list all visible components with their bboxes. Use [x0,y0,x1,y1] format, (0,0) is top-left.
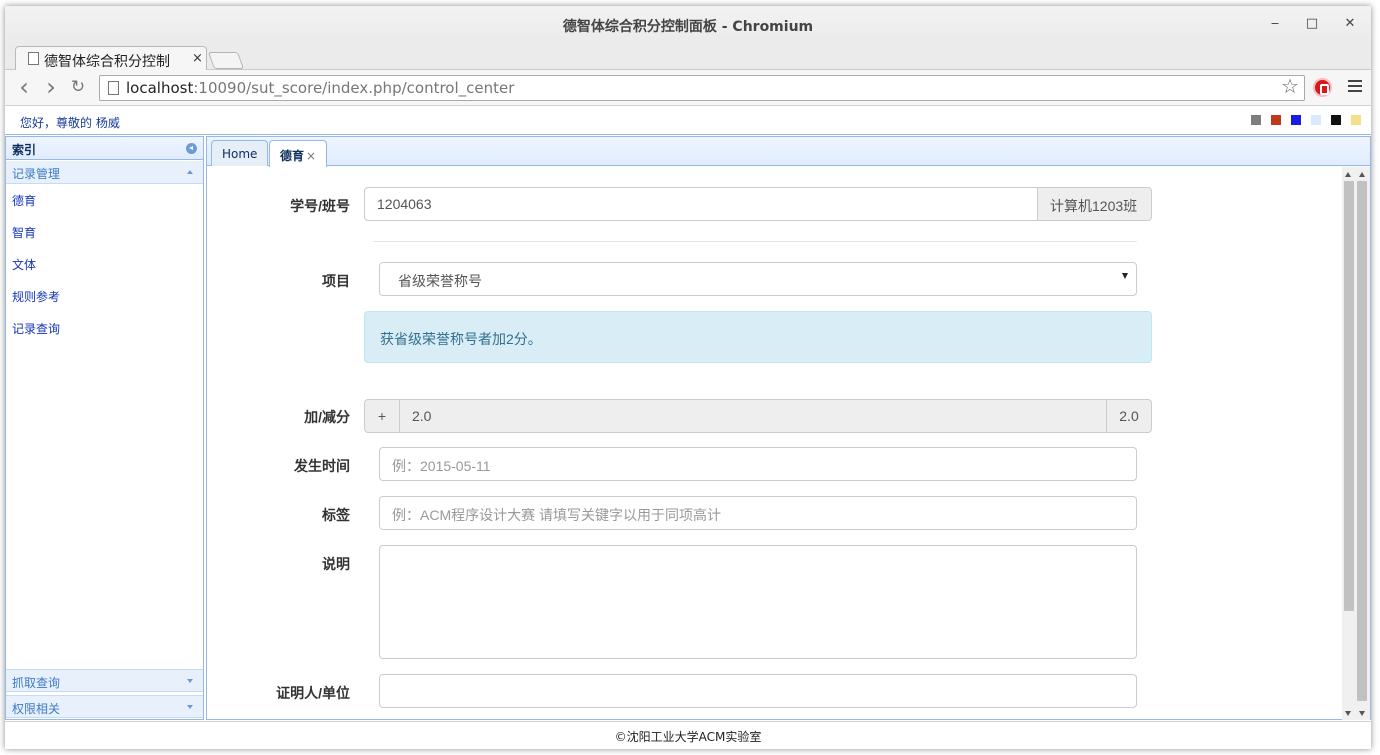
sidebar-item-moral[interactable]: 德育 [12,192,36,209]
witness-label: 证明人/单位 [276,685,350,701]
chevron-up-icon [187,170,193,174]
tab-home[interactable]: Home [211,140,269,166]
reload-button[interactable]: ↻ [69,79,87,97]
theme-swatch[interactable] [1271,115,1281,125]
bookmark-star-icon[interactable]: ☆ [1281,76,1299,96]
scroll-up-icon[interactable] [1345,172,1351,177]
theme-swatch[interactable] [1331,115,1341,125]
panel-tabs: Home 德育 × [207,137,1370,167]
tab-moral[interactable]: 德育 × [269,140,328,167]
forward-button[interactable]: › [42,75,60,99]
score-input[interactable]: 2.0 [399,399,1107,433]
scrollbar-thumb-outer[interactable] [1357,181,1367,701]
new-tab-button[interactable] [207,52,245,69]
browser-menu-icon[interactable] [1348,80,1362,94]
tag-label: 标签 [322,507,350,523]
greeting-text: 您好，尊敬的 杨威 [20,116,120,130]
tab-close-icon[interactable]: × [192,51,203,66]
url-text: localhost:10090/sut_score/index.php/cont… [126,79,515,97]
description-textarea[interactable] [379,545,1137,659]
main-panel: Home 德育 × 学号/班号 1204063 计算机1203班 项目 省级荣誉称… [206,136,1371,720]
accordion-records-label: 记录管理 [12,167,61,181]
extension-icon[interactable] [1313,78,1332,97]
collapse-sidebar-icon[interactable] [186,143,197,154]
theme-swatch[interactable] [1311,115,1321,125]
browser-window: 德智体综合积分控制面板 - Chromium ‒ □ ✕ 德智体综合积分控制 ×… [5,6,1371,749]
sidebar-header: 索引 [6,137,203,160]
tab-moral-label: 德育 [280,149,305,163]
document-icon [28,52,39,65]
student-id-input[interactable]: 1204063 [364,187,1038,221]
vertical-scrollbar[interactable] [1342,167,1370,720]
page-icon [108,81,119,95]
description-label: 说明 [322,556,350,572]
time-label: 发生时间 [294,458,350,474]
window-titlebar: 德智体综合积分控制面板 - Chromium ‒ □ ✕ [5,6,1371,44]
browser-toolbar: ‹ › ↻ localhost:10090/sut_score/index.ph… [5,70,1371,106]
sidebar-item-query[interactable]: 记录查询 [12,320,60,337]
sidebar-item-rules[interactable]: 规则参考 [12,288,60,305]
page-topbar: 您好，尊敬的 杨威 [5,107,1371,135]
chevron-down-icon [187,679,193,683]
divider [373,241,1137,242]
accordion-fetch-label: 抓取查询 [12,676,61,690]
sidebar-item-sports[interactable]: 文体 [12,256,36,273]
back-button[interactable]: ‹ [15,75,33,99]
scroll-down-icon[interactable] [1345,711,1351,716]
item-select-value: 省级荣誉称号 [398,273,482,289]
accordion-fetch-header[interactable]: 抓取查询 [6,669,203,692]
item-select[interactable]: 省级荣誉称号 [379,262,1137,296]
minimize-button[interactable]: ‒ [1267,16,1283,32]
tab-close-icon[interactable]: × [306,149,316,163]
dropdown-arrow-icon [1122,273,1128,279]
tag-input[interactable]: 例：ACM程序设计大赛 请填写关键字以用于同项高计 [379,496,1137,530]
scroll-down-icon[interactable] [1359,711,1365,716]
score-total-addon: 2.0 [1106,399,1152,433]
close-window-button[interactable]: ✕ [1342,16,1358,32]
window-title: 德智体综合积分控制面板 - Chromium [562,19,814,35]
sidebar-title: 索引 [12,143,37,157]
accordion-records-header[interactable]: 记录管理 [6,161,203,184]
browser-tab[interactable]: 德智体综合积分控制 × [15,46,207,71]
browser-tab-title: 德智体综合积分控制 [44,54,170,70]
form-area: 学号/班号 1204063 计算机1203班 项目 省级荣誉称号 获省级荣誉称号… [207,167,1341,720]
sidebar: 索引 记录管理 德育 智育 文体 规则参考 记录查询 抓取查询 权限相关 [5,136,204,720]
item-label: 项目 [322,273,350,289]
tab-home-label: Home [222,147,258,161]
theme-swatch[interactable] [1251,115,1261,125]
scrollbar-thumb[interactable] [1344,181,1354,611]
class-addon: 计算机1203班 [1037,187,1152,221]
address-bar[interactable]: localhost:10090/sut_score/index.php/cont… [99,75,1305,101]
maximize-button[interactable]: □ [1304,16,1320,32]
browser-tabstrip: 德智体综合积分控制 × [5,44,1371,71]
score-label: 加/减分 [304,409,350,425]
witness-input[interactable] [379,674,1137,708]
accordion-permission-label: 权限相关 [12,702,61,716]
score-sign-addon[interactable]: + [364,399,400,433]
student-label: 学号/班号 [290,198,350,214]
theme-swatch[interactable] [1351,115,1361,125]
theme-swatch[interactable] [1291,115,1301,125]
sidebar-item-intellect[interactable]: 智育 [12,224,36,241]
chevron-down-icon [187,705,193,709]
page-footer: ©沈阳工业大学ACM实验室 [5,721,1371,749]
web-page: 您好，尊敬的 杨威 索引 记录管理 德育 智育 文体 规则参考 记录查询 抓取查… [5,107,1371,749]
accordion-permission-header[interactable]: 权限相关 [6,695,203,718]
scroll-up-icon[interactable] [1359,172,1365,177]
time-input[interactable]: 例：2015-05-11 [379,447,1137,481]
rule-alert: 获省级荣誉称号者加2分。 [364,311,1152,363]
